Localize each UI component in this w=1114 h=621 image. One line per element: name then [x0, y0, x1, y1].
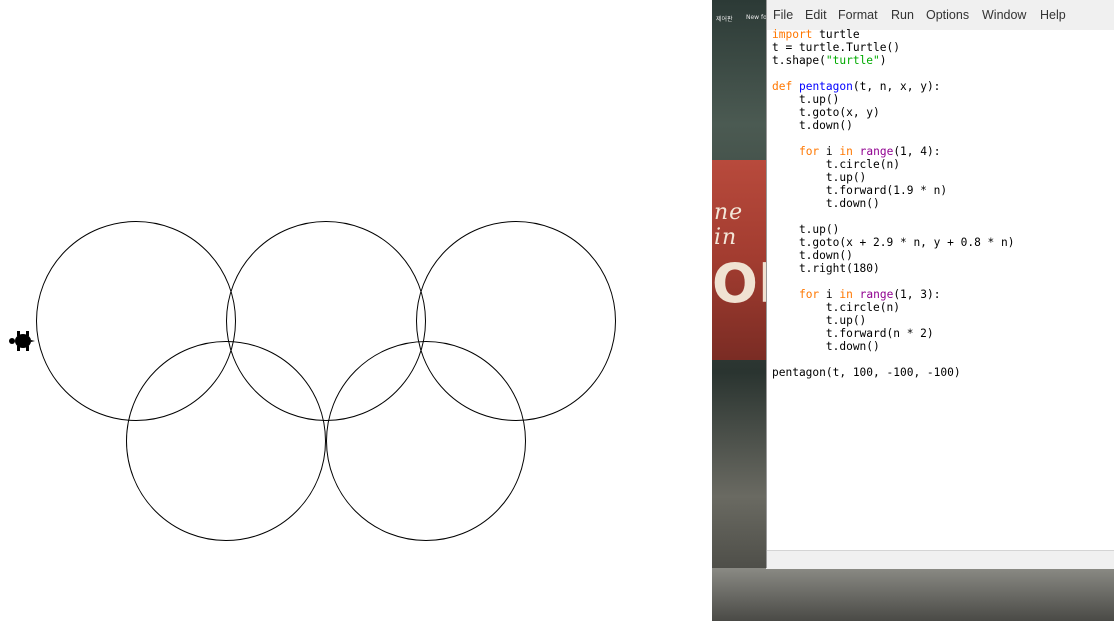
code-token: t.forward(n * 2) — [772, 327, 934, 340]
code-token: ) — [879, 54, 887, 67]
turtle-canvas[interactable] — [0, 0, 712, 621]
wallpaper-sign-text: ne in — [714, 200, 744, 250]
desktop-icon-label[interactable]: New fo — [746, 14, 767, 21]
status-bar — [766, 550, 1114, 569]
code-token: t.up() — [772, 171, 867, 184]
turtle-shape-icon — [9, 331, 35, 351]
code-line: t.up() — [772, 93, 1014, 106]
menu-format[interactable]: Format — [838, 8, 878, 22]
code-token: range — [859, 145, 894, 158]
code-token: in — [839, 145, 853, 158]
menu-run[interactable]: Run — [891, 8, 914, 22]
code-line: t.down() — [772, 340, 1014, 353]
code-line: t.forward(1.9 * n) — [772, 184, 1014, 197]
code-line: t.right(180) — [772, 262, 1014, 275]
code-token: turtle — [812, 28, 860, 41]
code-token: for — [798, 145, 820, 158]
code-line: t.down() — [772, 119, 1014, 132]
code-token: i — [819, 288, 840, 301]
code-line: t.up() — [772, 171, 1014, 184]
ring-top-left — [36, 221, 236, 421]
code-token: t.shape( — [772, 54, 826, 67]
code-token: (1, 4): — [893, 145, 941, 158]
code-token: t.circle(n) — [772, 158, 900, 171]
code-line: for i in range(1, 3): — [772, 288, 1014, 301]
code-line: t.down() — [772, 249, 1014, 262]
code-line: t.goto(x + 2.9 * n, y + 0.8 * n) — [772, 236, 1015, 249]
code-token: (1, 3): — [893, 288, 941, 301]
code-text-area[interactable]: import turtle t = turtle.Turtle() t.shape(… — [772, 28, 1014, 379]
code-line: for i in range(1, 4): — [772, 145, 1014, 158]
code-token: t.goto(x + 2.9 * n, y + 0.8 * n) — [772, 236, 1015, 249]
code-line: t.circle(n) — [772, 301, 1014, 314]
ring-top-middle — [226, 221, 426, 421]
code-line: t.up() — [772, 223, 1014, 236]
menu-file[interactable]: File — [773, 8, 793, 22]
code-token: def — [772, 80, 793, 93]
code-token: t.down() — [772, 197, 880, 210]
code-token: t.up() — [772, 314, 867, 327]
code-token: "turtle" — [825, 54, 880, 67]
menu-window[interactable]: Window — [982, 8, 1026, 22]
menu-help[interactable]: Help — [1040, 8, 1066, 22]
code-token: i — [819, 145, 840, 158]
code-line: t.circle(n) — [772, 158, 1014, 171]
menu-options[interactable]: Options — [926, 8, 969, 22]
code-line: t.up() — [772, 314, 1014, 327]
code-token: pentagon(t, 100, -100, -100) — [772, 366, 961, 379]
code-line: t.goto(x, y) — [772, 106, 1014, 119]
ring-bottom-right — [326, 341, 526, 541]
code-line: def pentagon(t, n, x, y): — [772, 80, 1014, 93]
code-token: t.down() — [772, 249, 853, 262]
code-line: t = turtle.Turtle() — [772, 41, 1014, 54]
code-line: t.down() — [772, 197, 1014, 210]
code-line: pentagon(t, 100, -100, -100) — [772, 366, 1014, 379]
code-token: t.circle(n) — [772, 301, 900, 314]
code-line: import turtle — [772, 28, 1014, 41]
code-token: t.goto(x, y) — [772, 106, 880, 119]
code-token: t.forward(1.9 * n) — [772, 184, 948, 197]
code-token: t.right(180) — [772, 262, 880, 275]
wallpaper-sign: ne in OP — [712, 160, 797, 360]
code-token: t = turtle.Turtle() — [772, 41, 900, 54]
idle-editor-window: File Edit Format Run Options Window Help… — [766, 0, 1114, 569]
code-token: t.down() — [772, 340, 880, 353]
code-token: t.up() — [772, 93, 840, 106]
ring-top-right — [416, 221, 616, 421]
code-token: pentagon — [798, 80, 853, 93]
code-token: t.down() — [772, 119, 853, 132]
code-line: t.forward(n * 2) — [772, 327, 1014, 340]
code-token: t.up() — [772, 223, 840, 236]
code-token: (t, n, x, y): — [852, 80, 941, 93]
editor-border — [766, 0, 767, 568]
wallpaper-desk — [712, 568, 1114, 621]
code-token: range — [859, 288, 894, 301]
desktop-icon-label[interactable]: 제어판 — [716, 14, 733, 23]
code-token: import — [772, 28, 813, 41]
ring-bottom-left — [126, 341, 326, 541]
code-token: for — [798, 288, 820, 301]
menu-bar: File Edit Format Run Options Window Help — [766, 0, 1114, 30]
drawing-surface — [9, 221, 616, 541]
code-line: t.shape("turtle") — [772, 54, 1014, 67]
code-token: in — [839, 288, 853, 301]
menu-edit[interactable]: Edit — [805, 8, 827, 22]
